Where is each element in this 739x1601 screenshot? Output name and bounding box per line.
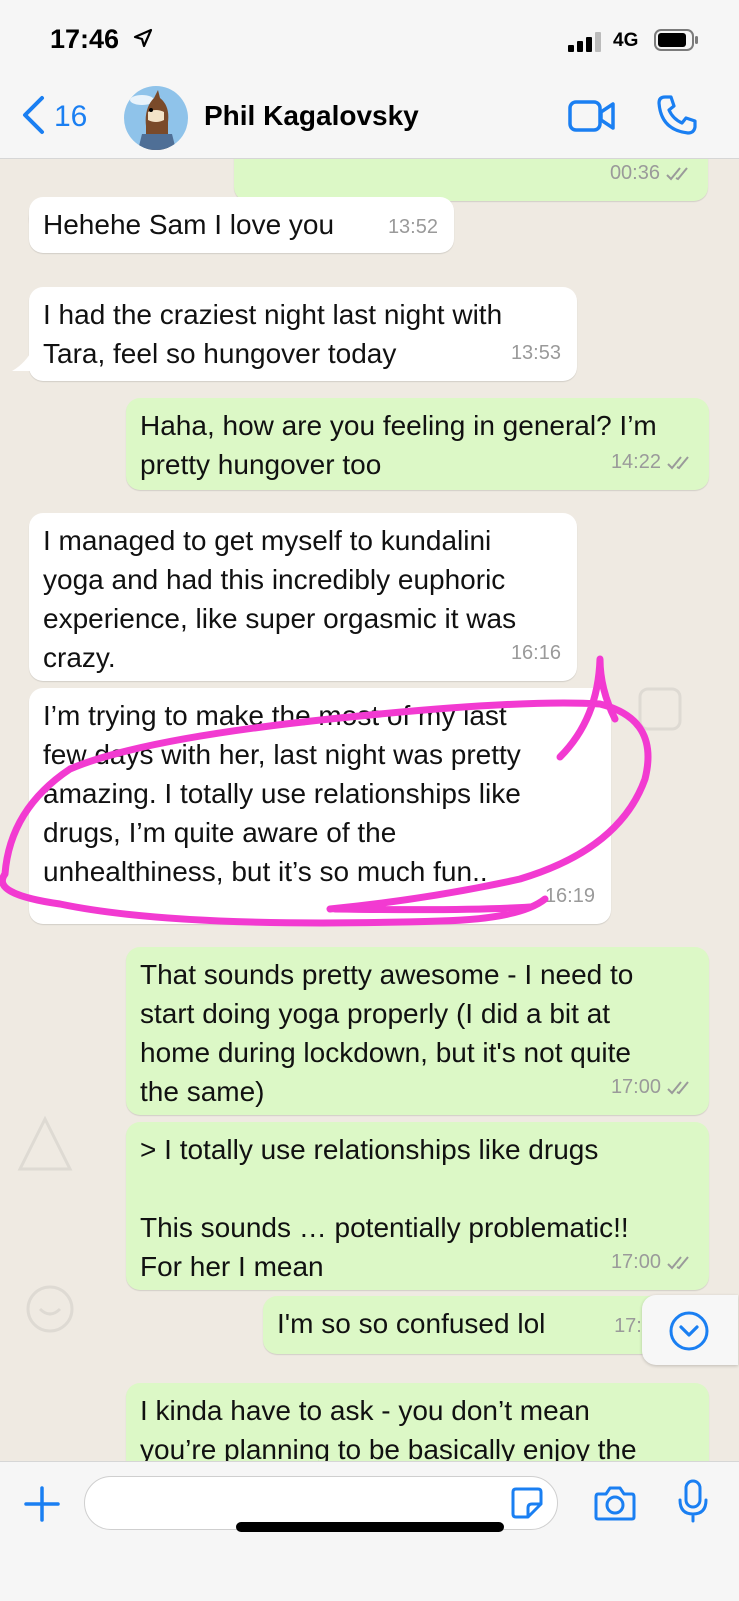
sticker-icon[interactable] xyxy=(510,1486,544,1525)
bubble-tail xyxy=(12,347,34,371)
message-meta: 13:53 xyxy=(511,334,561,373)
read-ticks-icon xyxy=(667,1255,689,1269)
message-bubble-outgoing[interactable]: Haha, how are you feeling in general? I’… xyxy=(126,398,709,490)
status-bar: 17:46 4G xyxy=(0,0,739,80)
input-bar xyxy=(0,1461,739,1601)
message-bubble-incoming[interactable]: I had the craziest night last night with… xyxy=(29,287,577,381)
message-bubble-incoming[interactable]: I managed to get myself to kundalini yog… xyxy=(29,513,577,681)
wallpaper-doodle xyxy=(17,1115,73,1171)
chat-header: 16 Phil Kagalovsky xyxy=(0,80,739,159)
avatar[interactable] xyxy=(124,86,188,150)
microphone-icon[interactable] xyxy=(676,1478,710,1529)
message-time: 14:22 xyxy=(610,451,661,473)
message-text: Hehehe Sam I love you xyxy=(43,209,335,240)
message-bubble-outgoing[interactable]: That sounds pretty awesome - I need to s… xyxy=(126,947,709,1115)
message-meta: 16:16 xyxy=(511,634,561,673)
message-meta: 13:52 xyxy=(388,208,438,247)
message-meta: 17:00 xyxy=(611,1243,693,1282)
message-time: 16:16 xyxy=(510,642,561,664)
message-time: 17:00 xyxy=(610,1251,661,1273)
message-bubble-outgoing[interactable]: 00:36 xyxy=(234,159,708,201)
chevron-left-icon xyxy=(20,95,46,140)
status-time: 17:46 xyxy=(50,24,120,54)
camera-icon[interactable] xyxy=(594,1484,636,1527)
phone-icon[interactable] xyxy=(656,94,698,141)
home-indicator xyxy=(236,1522,504,1532)
message-meta: 16:19 xyxy=(545,877,595,916)
chevron-down-icon xyxy=(669,1311,709,1351)
battery-icon xyxy=(654,28,700,57)
message-bubble-incoming[interactable]: I’m trying to make the most of my last f… xyxy=(29,688,611,924)
message-meta: 00:36 xyxy=(610,159,692,193)
signal-icon xyxy=(568,32,602,57)
chat-area[interactable]: 00:36 Hehehe Sam I love you 13:52 I had … xyxy=(0,159,739,1461)
read-ticks-icon xyxy=(667,455,689,469)
message-text: I managed to get myself to kundalini yog… xyxy=(43,525,517,673)
message-bubble-outgoing[interactable]: > I totally use relationships like drugs… xyxy=(126,1122,709,1290)
message-time: 13:52 xyxy=(387,216,438,238)
location-arrow-icon xyxy=(133,28,153,53)
message-meta: 14:22 xyxy=(611,443,693,482)
wallpaper-doodle xyxy=(638,687,682,731)
message-text: I kinda have to ask - you don’t mean you… xyxy=(140,1395,637,1461)
message-time: 17:00 xyxy=(610,1076,661,1098)
plus-icon[interactable] xyxy=(22,1484,62,1529)
back-button[interactable]: 16 xyxy=(20,94,87,140)
message-text: I’m trying to make the most of my last f… xyxy=(43,700,521,887)
contact-name[interactable]: Phil Kagalovsky xyxy=(204,100,419,132)
message-meta: 17:00 xyxy=(611,1068,693,1107)
message-text: I'm so so confused lol xyxy=(277,1308,546,1339)
message-bubble-outgoing[interactable]: I kinda have to ask - you don’t mean you… xyxy=(126,1383,709,1461)
video-call-icon[interactable] xyxy=(568,98,616,139)
read-ticks-icon xyxy=(666,166,688,180)
wallpaper-doodle xyxy=(26,1285,74,1333)
read-ticks-icon xyxy=(667,1080,689,1094)
message-bubble-incoming[interactable]: Hehehe Sam I love you 13:52 xyxy=(29,197,454,253)
message-text: I had the craziest night last night with… xyxy=(43,299,503,369)
message-bubble-outgoing[interactable]: I'm so so confused lol 17:0 xyxy=(263,1296,683,1354)
scroll-to-bottom-button[interactable] xyxy=(642,1295,738,1365)
network-type: 4G xyxy=(613,30,639,51)
unread-count: 16 xyxy=(54,100,88,133)
message-time: 16:19 xyxy=(544,885,595,907)
message-time: 00:36 xyxy=(609,162,660,184)
message-time: 13:53 xyxy=(510,342,561,364)
